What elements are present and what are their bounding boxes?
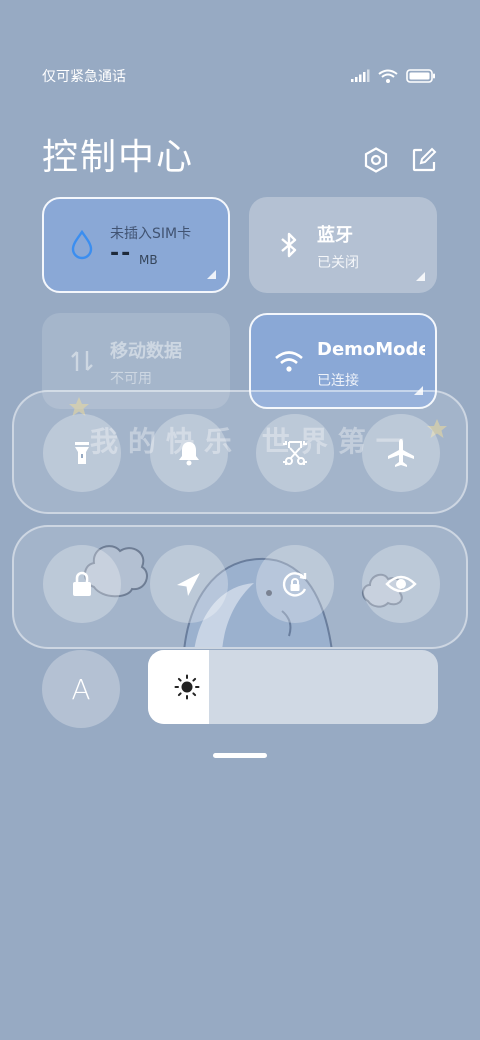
expand-corner-icon: [416, 272, 425, 281]
status-icons: [350, 69, 436, 83]
sun-icon: [174, 674, 200, 700]
status-bar: 仅可紧急通话: [42, 66, 436, 86]
airplane-icon: [388, 439, 414, 467]
auto-brightness-label: A: [71, 672, 91, 706]
bluetooth-label: 蓝牙: [317, 225, 353, 246]
mobile-data-label: 移动数据: [110, 341, 182, 362]
water-drop-icon: [71, 229, 93, 260]
lock-icon: [73, 571, 91, 596]
settings-icon[interactable]: [362, 146, 390, 174]
sim-status-label: 未插入SIM卡: [110, 226, 192, 242]
signal-icon: [351, 69, 370, 82]
mobile-data-icon: [71, 351, 93, 371]
location-toggle[interactable]: [150, 545, 228, 623]
rotation-lock-icon: [282, 572, 307, 597]
bluetooth-tile[interactable]: 蓝牙 已关闭: [249, 197, 437, 293]
quick-toggles-panel-2: [12, 525, 468, 649]
mobile-data-status: 不可用: [110, 371, 152, 387]
quick-toggles-panel-1: 我的快乐 世界第一: [12, 390, 468, 514]
airplane-mode-toggle[interactable]: [362, 414, 440, 492]
expand-corner-icon: [207, 270, 216, 279]
wifi-status-icon: [378, 69, 398, 83]
bluetooth-status: 已关闭: [317, 255, 359, 271]
wifi-icon: [275, 351, 303, 372]
bell-icon: [179, 442, 199, 466]
page-title: 控制中心: [42, 137, 195, 178]
auto-brightness-toggle[interactable]: A: [42, 650, 120, 728]
home-indicator[interactable]: [213, 753, 267, 758]
reading-mode-toggle[interactable]: [362, 545, 440, 623]
data-usage-unit: MB: [139, 253, 158, 267]
wifi-status: 已连接: [317, 373, 359, 389]
data-usage-tile[interactable]: 未插入SIM卡 -- MB: [42, 197, 230, 293]
flashlight-icon: [75, 442, 89, 464]
lock-screen-toggle[interactable]: [43, 545, 121, 623]
brightness-slider[interactable]: [148, 650, 438, 724]
ringer-toggle[interactable]: [150, 414, 228, 492]
rotation-lock-toggle[interactable]: [256, 545, 334, 623]
carrier-label: 仅可紧急通话: [42, 69, 126, 85]
eye-icon: [385, 575, 417, 593]
battery-icon: [406, 69, 435, 83]
screenshot-toggle[interactable]: [256, 414, 334, 492]
flashlight-toggle[interactable]: [43, 414, 121, 492]
location-icon: [177, 573, 200, 596]
edit-icon[interactable]: [410, 146, 438, 174]
bluetooth-icon: [281, 232, 297, 258]
screenshot-icon: [283, 441, 307, 465]
data-usage-value: --: [110, 241, 133, 266]
wifi-network-name: DemoMode: [317, 339, 425, 360]
